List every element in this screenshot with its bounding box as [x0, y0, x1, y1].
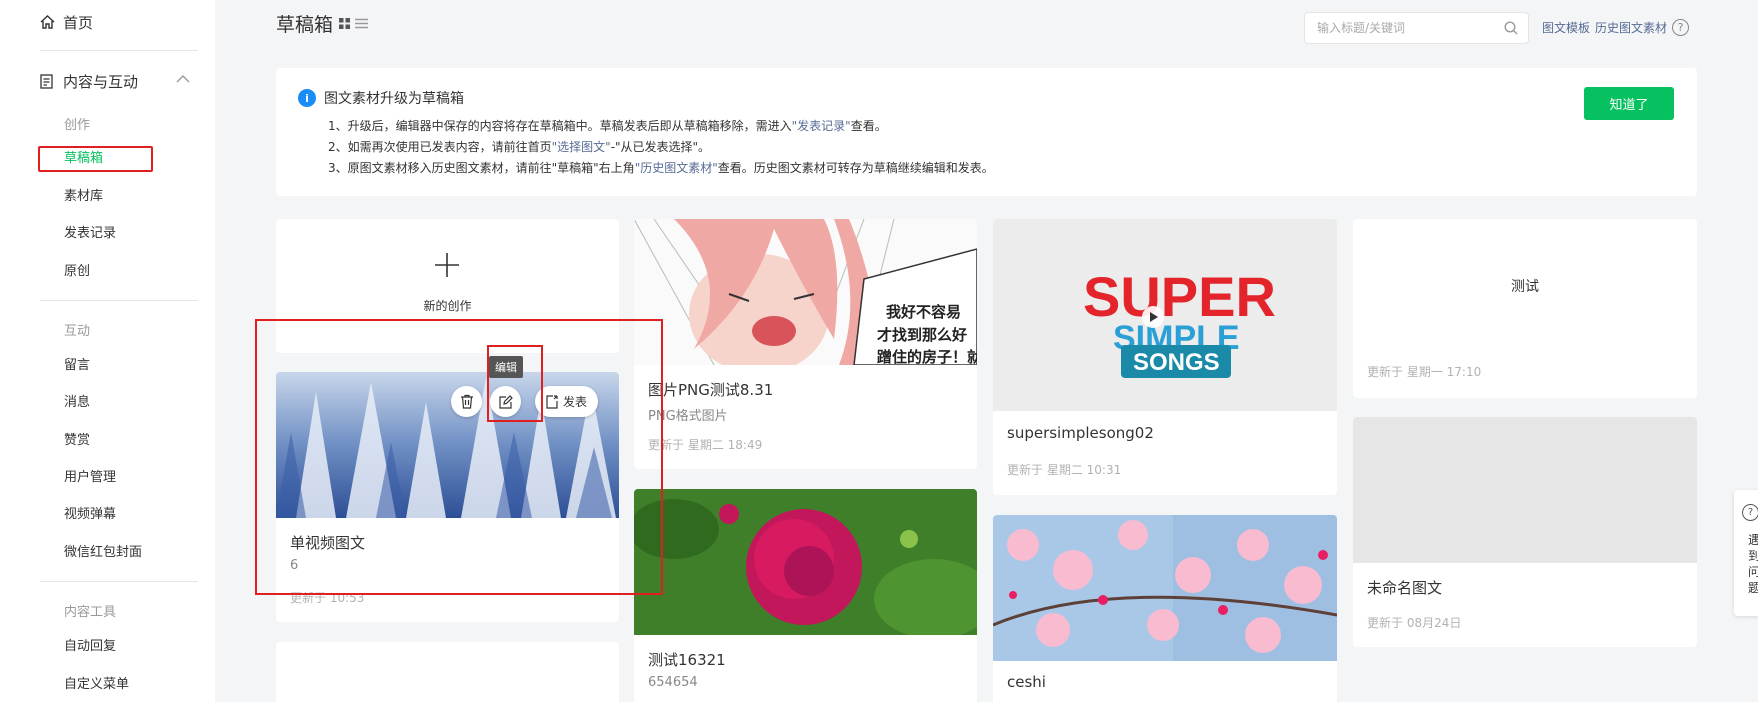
- draft-card-peony[interactable]: 测试16321 654654: [634, 489, 977, 702]
- card-title: 未命名图文: [1367, 579, 1443, 597]
- notice-text: 查看。历史图文素材可转存为草稿继续编辑和发表。: [717, 161, 994, 175]
- sidebar-home-label: 首页: [63, 13, 94, 32]
- floating-help-panel[interactable]: ? 遇到问题: [1734, 490, 1758, 616]
- sidebar-item-original[interactable]: 原创: [64, 262, 90, 282]
- notice-text: 3、原图文素材移入历史图文素材，请前往"草稿箱"右上角: [328, 161, 635, 175]
- comic-thumbnail: 我好不容易 才找到那么好 蹭住的房子！就: [634, 219, 977, 365]
- card-highlight-box: [255, 319, 663, 595]
- card-date: 更新于 星期一 17:10: [1367, 365, 1482, 379]
- published-records-link[interactable]: "发表记录": [792, 119, 851, 133]
- card-title: supersimplesong02: [1007, 424, 1154, 442]
- draft-card-song[interactable]: SUPER SIMPLE SONGS supersimplesong02 更新于…: [993, 219, 1337, 495]
- sidebar-divider: [40, 50, 198, 51]
- sidebar-item-reward[interactable]: 赞赏: [64, 431, 90, 451]
- question-icon: ?: [1742, 504, 1758, 521]
- notice-text: 2、如需再次使用已发表内容，请前往首页: [328, 140, 552, 154]
- sidebar-item-users[interactable]: 用户管理: [64, 468, 116, 488]
- card-title: 测试16321: [648, 651, 726, 669]
- sidebar: 首页 内容与互动 创作 草稿箱 素材库 发表记录 原创 互动 留言 消息 赞赏 …: [0, 0, 215, 702]
- search-input[interactable]: [1317, 21, 1497, 35]
- page-title-area: 草稿箱: [276, 10, 369, 37]
- help-icon[interactable]: ?: [1672, 19, 1690, 36]
- sidebar-item-menu[interactable]: 自定义菜单: [64, 675, 129, 695]
- notice-line-2: 2、如需再次使用已发表内容，请前往首页"选择图文"-"从已发表选择"。: [328, 138, 710, 155]
- upgrade-notice: i 图文素材升级为草稿箱 1、升级后，编辑器中保存的内容将存在草稿箱中。草稿发表…: [276, 68, 1697, 196]
- peony-thumbnail: [634, 489, 977, 635]
- document-icon: [40, 73, 53, 89]
- drafts-highlight-box: [38, 146, 153, 172]
- history-materials-link[interactable]: 历史图文素材: [1595, 19, 1667, 36]
- draft-card-test[interactable]: 测试 更新于 星期一 17:10: [1353, 219, 1697, 398]
- sidebar-group-tools: 内容工具: [64, 605, 117, 620]
- page-title: 草稿箱: [276, 14, 334, 36]
- got-it-button[interactable]: 知道了: [1584, 87, 1674, 120]
- sidebar-item-messages[interactable]: 消息: [64, 393, 90, 413]
- sidebar-section-label: 内容与互动: [63, 72, 139, 91]
- sidebar-item-materials[interactable]: 素材库: [64, 187, 103, 207]
- chevron-up-icon[interactable]: [176, 74, 190, 83]
- sidebar-group-interact: 互动: [64, 324, 91, 339]
- notice-line-3: 3、原图文素材移入历史图文素材，请前往"草稿箱"右上角"历史图文素材"查看。历史…: [328, 159, 994, 176]
- sidebar-section-content[interactable]: 内容与互动: [40, 70, 190, 92]
- card-date: 更新于 星期二 10:31: [1007, 463, 1122, 477]
- card-title: 测试: [1511, 279, 1539, 295]
- notice-title: 图文素材升级为草稿箱: [324, 91, 464, 107]
- comic-line: 我好不容易: [886, 303, 961, 321]
- select-article-link[interactable]: "选择图文": [552, 140, 611, 154]
- search-box[interactable]: [1304, 12, 1529, 44]
- plus-icon: [435, 253, 459, 277]
- sidebar-item-danmaku[interactable]: 视频弹幕: [64, 505, 116, 525]
- draft-card-untitled[interactable]: 未命名图文 更新于 08月24日: [1353, 417, 1697, 647]
- sidebar-item-autoreply[interactable]: 自动回复: [64, 637, 116, 657]
- history-materials-notice-link[interactable]: "历史图文素材": [635, 161, 718, 175]
- sidebar-divider: [40, 300, 198, 301]
- draft-card-png[interactable]: 我好不容易 才找到那么好 蹭住的房子！就 图片PNG测试8.31 PNG格式图片…: [634, 219, 977, 469]
- header-links: 图文模板 历史图文素材 ?: [1542, 19, 1690, 36]
- template-link[interactable]: 图文模板: [1542, 19, 1590, 36]
- notice-text: -"从已发表选择"。: [610, 140, 711, 154]
- edit-tooltip: 编辑: [489, 356, 523, 378]
- comic-line: 蹭住的房子！就: [877, 348, 977, 365]
- list-view-icon[interactable]: [355, 18, 369, 29]
- sidebar-group-create: 创作: [64, 118, 91, 133]
- card-title: ceshi: [1007, 673, 1046, 691]
- draft-card-blossom[interactable]: ceshi: [993, 515, 1337, 702]
- empty-thumbnail: [1353, 417, 1697, 563]
- new-creation-label: 新的创作: [423, 299, 472, 313]
- sidebar-item-published[interactable]: 发表记录: [64, 224, 116, 244]
- sidebar-item-comments[interactable]: 留言: [64, 356, 90, 376]
- logo-songs: SONGS: [1133, 349, 1220, 376]
- search-icon[interactable]: [1504, 21, 1518, 35]
- sidebar-home[interactable]: 首页: [40, 10, 93, 34]
- play-icon: [1149, 312, 1158, 322]
- card-date: 更新于 星期二 18:49: [648, 438, 763, 452]
- card-title: 图片PNG测试8.31: [648, 381, 774, 399]
- draft-card-empty[interactable]: [276, 642, 619, 702]
- super-simple-songs-thumbnail: SUPER SIMPLE SONGS: [993, 219, 1337, 411]
- info-icon: i: [298, 89, 316, 107]
- card-date: 更新于 08月24日: [1367, 616, 1462, 630]
- notice-line-1: 1、升级后，编辑器中保存的内容将存在草稿箱中。草稿发表后即从草稿箱移除，需进入"…: [328, 117, 887, 134]
- grid-view-icon[interactable]: [339, 18, 351, 29]
- notice-text: 查看。: [850, 119, 887, 133]
- floating-help-text: 遇到问题: [1748, 533, 1758, 595]
- play-button[interactable]: [1142, 306, 1164, 328]
- notice-text: 1、升级后，编辑器中保存的内容将存在草稿箱中。草稿发表后即从草稿箱移除，需进入: [328, 119, 792, 133]
- blossom-thumbnail: [993, 515, 1337, 661]
- sidebar-item-redpacket[interactable]: 微信红包封面: [64, 543, 142, 563]
- card-subtitle: 654654: [648, 675, 698, 690]
- comic-line: 才找到那么好: [877, 326, 967, 344]
- home-icon: [40, 15, 55, 29]
- sidebar-divider: [40, 581, 198, 582]
